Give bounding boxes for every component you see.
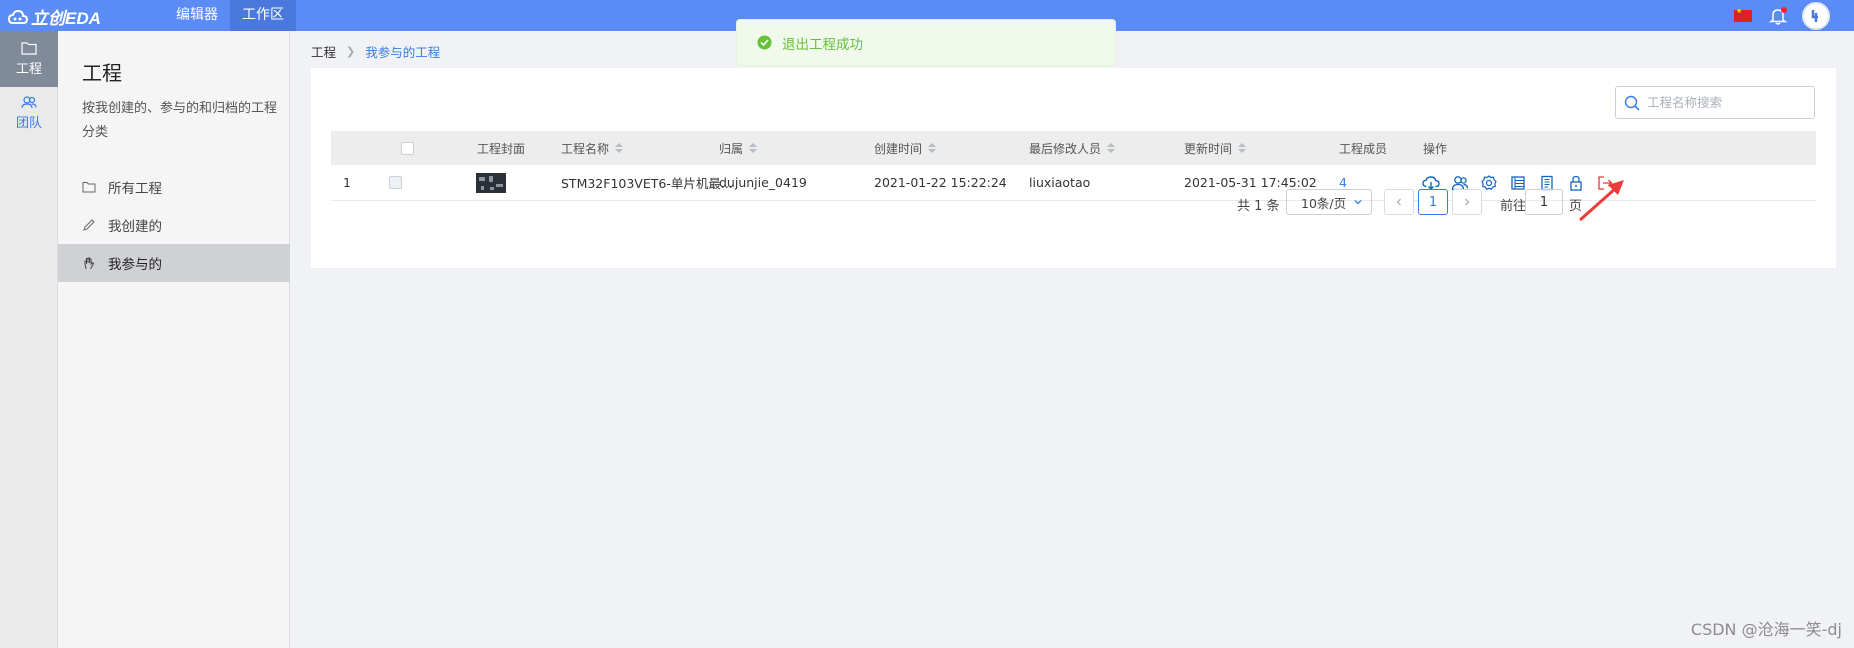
project-panel: 工程封面 工程名称 归属 创建时间 最后修改人员 更新时间 工程成员 操作 1 …	[311, 68, 1836, 268]
chevron-down-icon	[1354, 200, 1362, 205]
success-toast: 退出工程成功	[736, 19, 1116, 66]
page-size-select[interactable]: 10条/页	[1286, 189, 1372, 215]
avatar-icon	[1811, 9, 1818, 22]
folder-icon	[21, 42, 37, 55]
breadcrumb-separator-icon: ❯	[346, 45, 356, 58]
breadcrumb: 工程 ❯ 我参与的工程	[311, 42, 440, 61]
watermark: CSDN @沧海一笑-dj	[1690, 620, 1842, 639]
rail-item-team[interactable]: 团队	[0, 87, 58, 139]
search-icon	[1624, 95, 1640, 111]
rail-item-project[interactable]: 工程	[0, 31, 58, 87]
sidebar-menu: 所有工程 我创建的 我参与的	[58, 168, 290, 282]
notification-bell-icon[interactable]	[1768, 6, 1788, 26]
pencil-icon	[83, 219, 95, 231]
table-header: 工程封面 工程名称 归属 创建时间 最后修改人员 更新时间 工程成员 操作	[331, 131, 1816, 165]
search-box	[1615, 86, 1815, 119]
top-right-tools	[1734, 0, 1854, 31]
header-updated[interactable]: 更新时间	[1184, 140, 1247, 157]
chevron-left-icon	[1396, 198, 1401, 206]
pagination-total: 共 1 条	[1237, 199, 1280, 214]
nav-workspace[interactable]: 工作区	[230, 0, 296, 31]
sort-icon[interactable]	[749, 143, 758, 153]
rail-item-label: 工程	[15, 62, 42, 77]
annotation-arrow-icon	[1579, 180, 1624, 222]
sidebar-description: 按我创建的、参与的和归档的工程分类	[82, 101, 278, 140]
project-sidebar: 工程 按我创建的、参与的和归档的工程分类 所有工程 我创建的 我参与的	[58, 31, 290, 648]
icon-rail: 工程 团队	[0, 31, 58, 648]
breadcrumb-current: 我参与的工程	[365, 45, 441, 60]
goto-page-input[interactable]: 1	[1525, 189, 1563, 215]
sort-icon[interactable]	[928, 143, 937, 153]
notification-dot	[1781, 6, 1787, 13]
user-avatar[interactable]	[1802, 1, 1830, 30]
team-icon	[21, 96, 37, 109]
sidebar-title: 工程	[82, 61, 122, 85]
breadcrumb-root[interactable]: 工程	[311, 42, 336, 61]
header-ops: 操作	[1423, 141, 1448, 156]
sort-icon[interactable]	[1107, 143, 1116, 153]
header-cover: 工程封面	[477, 141, 526, 156]
hand-icon	[84, 257, 95, 270]
nav-editor[interactable]: 编辑器	[164, 0, 230, 31]
chevron-right-icon	[1465, 198, 1470, 206]
sidebar-item-created[interactable]: 我创建的	[58, 206, 290, 244]
cloud-logo-icon	[8, 9, 28, 24]
goto-label: 前往	[1500, 199, 1527, 214]
header-members: 工程成员	[1339, 141, 1388, 156]
rail-item-label: 团队	[15, 116, 42, 131]
logo-text: 立创EDA	[31, 9, 101, 28]
header-created[interactable]: 创建时间	[874, 140, 937, 157]
china-flag-icon[interactable]	[1734, 7, 1752, 22]
next-page-button[interactable]	[1452, 189, 1482, 215]
sidebar-item-joined[interactable]: 我参与的	[58, 244, 290, 282]
header-owner[interactable]: 归属	[719, 140, 758, 157]
sidebar-item-all-projects[interactable]: 所有工程	[58, 168, 290, 206]
page-size-value: 10条/页	[1301, 195, 1347, 211]
toast-message: 退出工程成功	[782, 36, 863, 53]
header-name[interactable]: 工程名称	[561, 140, 624, 157]
prev-page-button[interactable]	[1384, 189, 1414, 215]
header-modifier[interactable]: 最后修改人员	[1029, 140, 1116, 157]
search-input[interactable]	[1647, 95, 1807, 110]
sidebar-item-label: 我创建的	[108, 219, 162, 235]
sort-icon[interactable]	[1238, 143, 1247, 153]
check-circle-icon	[757, 35, 772, 50]
sort-icon[interactable]	[615, 143, 624, 153]
select-all-checkbox[interactable]	[401, 141, 414, 155]
folder-icon	[82, 182, 96, 193]
page-number-button[interactable]: 1	[1418, 189, 1448, 215]
top-nav: 编辑器 工作区	[164, 0, 296, 31]
sidebar-item-label: 所有工程	[108, 181, 162, 197]
sidebar-item-label: 我参与的	[108, 257, 162, 273]
app-logo[interactable]: 立创EDA	[8, 4, 101, 29]
